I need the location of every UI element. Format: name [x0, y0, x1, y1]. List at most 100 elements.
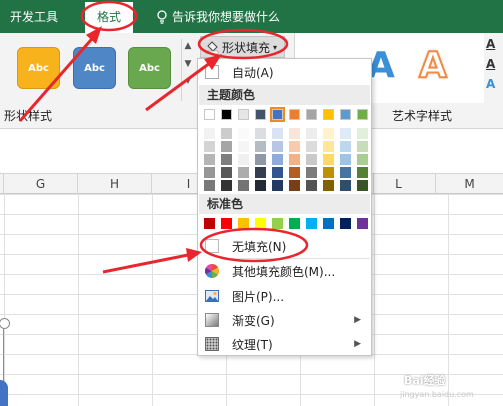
theme-color-swatch[interactable]	[238, 128, 249, 139]
theme-color-swatch[interactable]	[306, 167, 317, 178]
theme-color-swatch[interactable]	[221, 180, 232, 191]
theme-color-swatch[interactable]	[221, 128, 232, 139]
theme-color-swatch[interactable]	[323, 154, 334, 165]
theme-color-swatch[interactable]	[238, 109, 249, 120]
tab-format[interactable]: 格式	[85, 2, 133, 33]
theme-color-swatch[interactable]	[357, 141, 368, 152]
menu-item-automatic[interactable]: 自动(A)	[198, 61, 371, 83]
theme-color-swatch[interactable]	[204, 128, 215, 139]
menu-item-more-fill-colors[interactable]: 其他填充颜色(M)...	[198, 260, 371, 282]
selected-shape[interactable]	[0, 380, 8, 406]
theme-color-swatch[interactable]	[289, 128, 300, 139]
theme-color-swatch[interactable]	[340, 167, 351, 178]
theme-color-swatch[interactable]	[272, 180, 283, 191]
standard-color-swatch[interactable]	[340, 218, 351, 229]
theme-color-swatch[interactable]	[221, 154, 232, 165]
standard-color-swatch[interactable]	[272, 218, 283, 229]
wordart-style-orange[interactable]: A	[418, 44, 448, 87]
theme-color-swatch[interactable]	[272, 167, 283, 178]
theme-color-swatch[interactable]	[306, 128, 317, 139]
theme-color-swatch[interactable]	[323, 180, 334, 191]
column-header-g[interactable]: G	[4, 174, 78, 194]
tab-developer[interactable]: 开发工具	[10, 8, 58, 25]
standard-color-swatch[interactable]	[238, 218, 249, 229]
theme-color-swatch[interactable]	[289, 167, 300, 178]
theme-color-swatch[interactable]	[323, 141, 334, 152]
theme-color-swatch[interactable]	[357, 154, 368, 165]
theme-color-swatch[interactable]	[306, 141, 317, 152]
style-gallery-scroll[interactable]: ▲ ▼ ▾	[181, 39, 194, 101]
menu-item-gradient[interactable]: 渐变(G) ▶	[198, 309, 371, 331]
scroll-up-icon[interactable]: ▲	[182, 41, 194, 51]
theme-color-swatch[interactable]	[306, 154, 317, 165]
text-effects-icon[interactable]: A	[486, 77, 503, 91]
shape-fill-button[interactable]: 形状填充 ▾	[200, 36, 285, 58]
standard-color-swatch[interactable]	[357, 218, 368, 229]
gradient-icon	[205, 313, 219, 327]
shape-style-orange[interactable]: Abc	[17, 47, 60, 89]
theme-color-swatch[interactable]	[255, 128, 266, 139]
theme-color-swatch[interactable]	[357, 180, 368, 191]
column-header-m[interactable]: M	[436, 174, 503, 194]
theme-color-swatch[interactable]	[204, 109, 215, 120]
theme-color-swatch[interactable]	[357, 128, 368, 139]
theme-color-swatch[interactable]	[204, 154, 215, 165]
theme-color-swatch[interactable]	[340, 109, 351, 120]
standard-color-swatch[interactable]	[255, 218, 266, 229]
column-header-l[interactable]: L	[362, 174, 436, 194]
tell-me-search[interactable]: 告诉我你想要做什么	[156, 8, 280, 25]
theme-color-swatch[interactable]	[204, 180, 215, 191]
theme-color-swatch[interactable]	[306, 180, 317, 191]
theme-color-swatch[interactable]	[204, 167, 215, 178]
theme-color-swatch[interactable]	[238, 141, 249, 152]
theme-color-swatch[interactable]	[289, 180, 300, 191]
theme-color-swatch[interactable]	[357, 109, 368, 120]
standard-color-swatch[interactable]	[323, 218, 334, 229]
theme-color-swatch[interactable]	[306, 109, 317, 120]
theme-color-swatch[interactable]	[255, 167, 266, 178]
theme-color-swatch[interactable]	[323, 109, 334, 120]
theme-color-swatch[interactable]	[289, 154, 300, 165]
theme-color-swatch[interactable]	[272, 154, 283, 165]
standard-color-swatch[interactable]	[306, 218, 317, 229]
theme-color-swatch[interactable]	[289, 109, 300, 120]
column-header-h[interactable]: H	[78, 174, 152, 194]
more-styles-icon[interactable]: ▾	[182, 77, 194, 87]
scroll-down-icon[interactable]: ▼	[182, 59, 194, 69]
standard-color-swatch[interactable]	[221, 218, 232, 229]
theme-color-swatch[interactable]	[204, 141, 215, 152]
theme-color-swatch[interactable]	[323, 128, 334, 139]
theme-color-swatch[interactable]	[255, 141, 266, 152]
standard-color-swatch[interactable]	[289, 218, 300, 229]
theme-color-swatch[interactable]	[238, 180, 249, 191]
shape-style-blue[interactable]: Abc	[73, 47, 116, 89]
text-outline-icon[interactable]: A	[486, 57, 503, 71]
text-fill-icon[interactable]: A	[486, 37, 503, 51]
theme-color-swatch[interactable]	[238, 154, 249, 165]
theme-color-swatch[interactable]	[221, 141, 232, 152]
menu-item-picture[interactable]: 图片(P)...	[198, 285, 371, 307]
theme-color-swatch[interactable]	[323, 167, 334, 178]
menu-item-label: 图片(P)...	[232, 289, 285, 304]
theme-color-swatch[interactable]	[272, 128, 283, 139]
theme-color-swatch[interactable]	[340, 128, 351, 139]
theme-color-swatch[interactable]	[270, 107, 285, 122]
theme-color-swatch[interactable]	[357, 167, 368, 178]
theme-color-swatch[interactable]	[255, 109, 266, 120]
theme-color-swatch[interactable]	[255, 180, 266, 191]
tell-me-text: 告诉我你想要做什么	[172, 10, 281, 24]
theme-color-swatch[interactable]	[272, 141, 283, 152]
menu-item-texture[interactable]: 纹理(T) ▶	[198, 333, 371, 355]
theme-color-swatch[interactable]	[221, 167, 232, 178]
shape-style-green[interactable]: Abc	[128, 47, 171, 89]
theme-color-swatch[interactable]	[340, 141, 351, 152]
menu-item-no-fill[interactable]: 无填充(N)	[198, 235, 371, 257]
theme-color-swatch[interactable]	[238, 167, 249, 178]
theme-color-swatch[interactable]	[340, 154, 351, 165]
theme-color-swatch[interactable]	[289, 141, 300, 152]
shape-fill-label: 形状填充	[222, 40, 271, 55]
theme-color-swatch[interactable]	[340, 180, 351, 191]
theme-color-swatch[interactable]	[221, 109, 232, 120]
standard-color-swatch[interactable]	[204, 218, 215, 229]
theme-color-swatch[interactable]	[255, 154, 266, 165]
